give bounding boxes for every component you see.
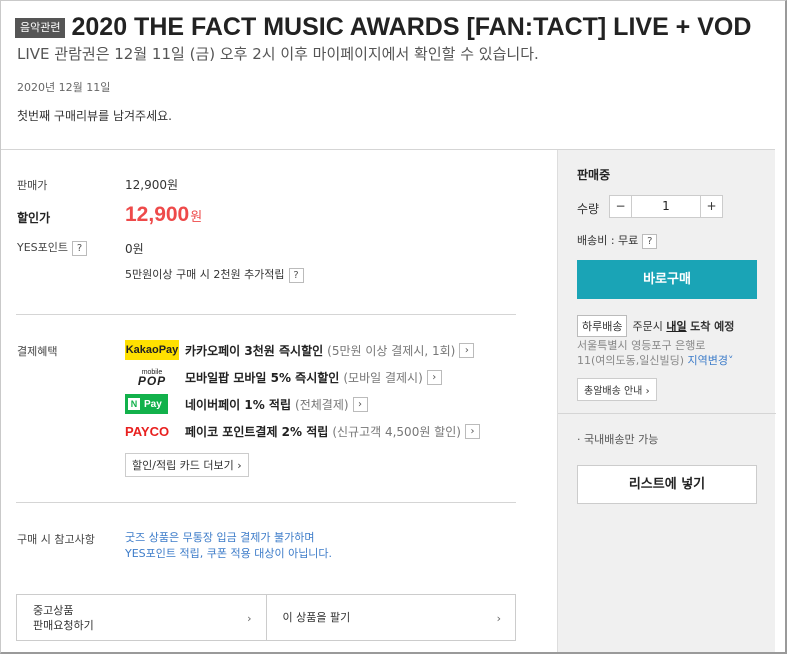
- change-region-link[interactable]: 지역변경˅: [688, 354, 734, 367]
- sale-price-value: 12,900: [125, 203, 190, 226]
- benefit-text: 모바일팝 모바일 5% 즉시할인: [185, 370, 340, 385]
- shipping-row: 배송비 : 무료?: [577, 232, 658, 249]
- benefit-sub: (신규고객 4,500원 할인): [332, 424, 461, 439]
- benefit-text: 페이코 포인트결제 2% 적립: [185, 424, 329, 439]
- shipping-fee: 배송비 : 무료: [577, 234, 639, 247]
- chevron-right-icon[interactable]: ›: [426, 369, 442, 385]
- used-line: 중고상품: [33, 604, 74, 617]
- divider: [558, 413, 776, 414]
- used-sale-request-button[interactable]: 중고상품 판매요청하기 ›: [17, 595, 266, 640]
- shipping-help-icon[interactable]: ?: [642, 233, 658, 249]
- delivery-address: 서울특별시 영등포구 은행로 11(여의도동,일신빌딩) 지역변경˅: [577, 338, 734, 368]
- benefit-kakaopay: KakaoPay 카카오페이 3천원 즉시할인 (5만원 이상 결제시, 1회)…: [125, 340, 475, 360]
- sell-label: 이 상품을 팔기: [282, 611, 351, 624]
- chevron-right-icon: ›: [237, 459, 242, 472]
- order-panel: 판매중 수량 − 1 + 배송비 : 무료? 바로구매 하루배송 주문시 내일 …: [557, 150, 776, 652]
- mobilepop-logo-main: POP: [137, 374, 167, 388]
- quantity-input[interactable]: 1: [632, 195, 700, 218]
- domestic-only-note: · 국내배송만 가능: [577, 433, 659, 446]
- payco-logo: PAYCO: [125, 423, 170, 439]
- list-price-label: 판매가: [17, 179, 48, 192]
- sale-price-label: 할인가: [17, 211, 51, 225]
- mobilepop-logo: mobile POP: [125, 367, 179, 387]
- delivery-tag: 하루배송: [577, 315, 628, 337]
- chevron-right-icon: ›: [496, 612, 501, 625]
- review-prompt-link[interactable]: 첫번째 구매리뷰를 남겨주세요.: [17, 107, 172, 124]
- product-subtitle: LIVE 관람권은 12월 11일 (금) 오후 2시 이후 마이페이지에서 확…: [17, 45, 539, 63]
- sale-status: 판매중: [577, 168, 611, 182]
- benefit-mobilepop: mobile POP 모바일팝 모바일 5% 즉시할인 (모바일 결제시) ›: [125, 367, 442, 387]
- notes-line: YES포인트 적립, 쿠폰 적용 대상이 아닙니다.: [125, 547, 333, 560]
- extra-points-help-icon[interactable]: ?: [288, 267, 304, 283]
- delivery-text: 주문시: [632, 320, 663, 333]
- chevron-right-icon: ›: [645, 386, 650, 397]
- chevron-down-icon: ˅: [728, 354, 734, 367]
- quantity-label: 수량: [577, 202, 600, 216]
- points-label-row: YES포인트?: [17, 239, 88, 256]
- sale-price-unit: 원: [190, 209, 203, 224]
- divider: [16, 314, 516, 315]
- change-region-label: 지역변경: [687, 354, 729, 367]
- points-help-icon[interactable]: ?: [72, 240, 88, 256]
- sale-price: 12,900원: [125, 203, 202, 227]
- naver-n-icon: N: [128, 398, 140, 410]
- benefits-label: 결제혜택: [17, 345, 58, 358]
- product-title: 2020 THE FACT MUSIC AWARDS [FAN:TACT] LI…: [71, 13, 752, 41]
- points-label: YES포인트: [17, 241, 69, 254]
- benefit-sub: (모바일 결제시): [343, 370, 423, 385]
- benefit-payco: PAYCO 페이코 포인트결제 2% 적립 (신규고객 4,500원 할인) ›: [125, 421, 480, 441]
- benefit-naverpay: N Pay 네이버페이 1% 적립 (전체결제) ›: [125, 394, 368, 414]
- points-value: 0원: [125, 242, 144, 256]
- address-line: 서울특별시 영등포구 은행로: [577, 339, 706, 352]
- used-goods-box: 중고상품 판매요청하기 › 이 상품을 팔기 ›: [16, 594, 516, 641]
- notes-text: 굿즈 상품은 무통장 입금 결제가 불가하며 YES포인트 적립, 쿠폰 적용 …: [125, 530, 332, 562]
- extra-points-text: 5만원이상 구매 시 2천원 추가적립: [125, 268, 285, 281]
- kakaopay-logo: KakaoPay: [125, 340, 179, 360]
- title-row: 음악관련 2020 THE FACT MUSIC AWARDS [FAN:TAC…: [15, 13, 751, 42]
- sell-this-button[interactable]: 이 상품을 팔기 ›: [265, 595, 516, 640]
- dawn-delivery-label: 총알배송 안내: [584, 386, 643, 397]
- benefit-sub: (전체결제): [295, 397, 349, 412]
- quantity-minus-button[interactable]: −: [609, 195, 632, 218]
- quantity-plus-button[interactable]: +: [700, 195, 723, 218]
- chevron-right-icon: ›: [247, 612, 252, 625]
- list-price: 12,900원: [125, 178, 179, 192]
- naverpay-logo-text: Pay: [144, 398, 162, 410]
- buy-now-button[interactable]: 바로구매: [577, 260, 757, 299]
- add-to-list-button[interactable]: 리스트에 넣기: [577, 465, 757, 504]
- more-cards-label: 할인/적립 카드 더보기: [132, 459, 234, 472]
- naverpay-logo: N Pay: [125, 394, 179, 414]
- product-detail-frame: 음악관련 2020 THE FACT MUSIC AWARDS [FAN:TAC…: [0, 0, 787, 654]
- quantity-stepper: − 1 +: [609, 195, 723, 218]
- extra-points-row: 5만원이상 구매 시 2천원 추가적립?: [125, 266, 304, 283]
- chevron-right-icon[interactable]: ›: [352, 396, 368, 412]
- delivery-text: 도착 예정: [690, 320, 735, 333]
- chevron-right-icon[interactable]: ›: [464, 423, 480, 439]
- category-badge[interactable]: 음악관련: [15, 17, 66, 38]
- benefit-text: 카카오페이 3천원 즉시할인: [185, 343, 324, 358]
- delivery-day: 내일: [666, 320, 687, 333]
- benefit-text: 네이버페이 1% 적립: [185, 397, 292, 412]
- divider: [1, 149, 557, 150]
- chevron-right-icon[interactable]: ›: [459, 342, 475, 358]
- notes-line: 굿즈 상품은 무통장 입금 결제가 불가하며: [125, 531, 315, 544]
- address-line: 11(여의도동,일신빌딩): [577, 354, 685, 367]
- more-cards-button[interactable]: 할인/적립 카드 더보기 ›: [125, 453, 249, 477]
- benefit-sub: (5만원 이상 결제시, 1회): [327, 343, 456, 358]
- notes-label: 구매 시 참고사항: [17, 533, 95, 546]
- used-line: 판매요청하기: [33, 619, 94, 632]
- divider: [16, 502, 516, 503]
- release-date: 2020년 12월 11일: [17, 81, 111, 94]
- dawn-delivery-info-button[interactable]: 총알배송 안내 ›: [577, 378, 657, 401]
- delivery-estimate: 하루배송 주문시 내일 도착 예정: [577, 315, 734, 337]
